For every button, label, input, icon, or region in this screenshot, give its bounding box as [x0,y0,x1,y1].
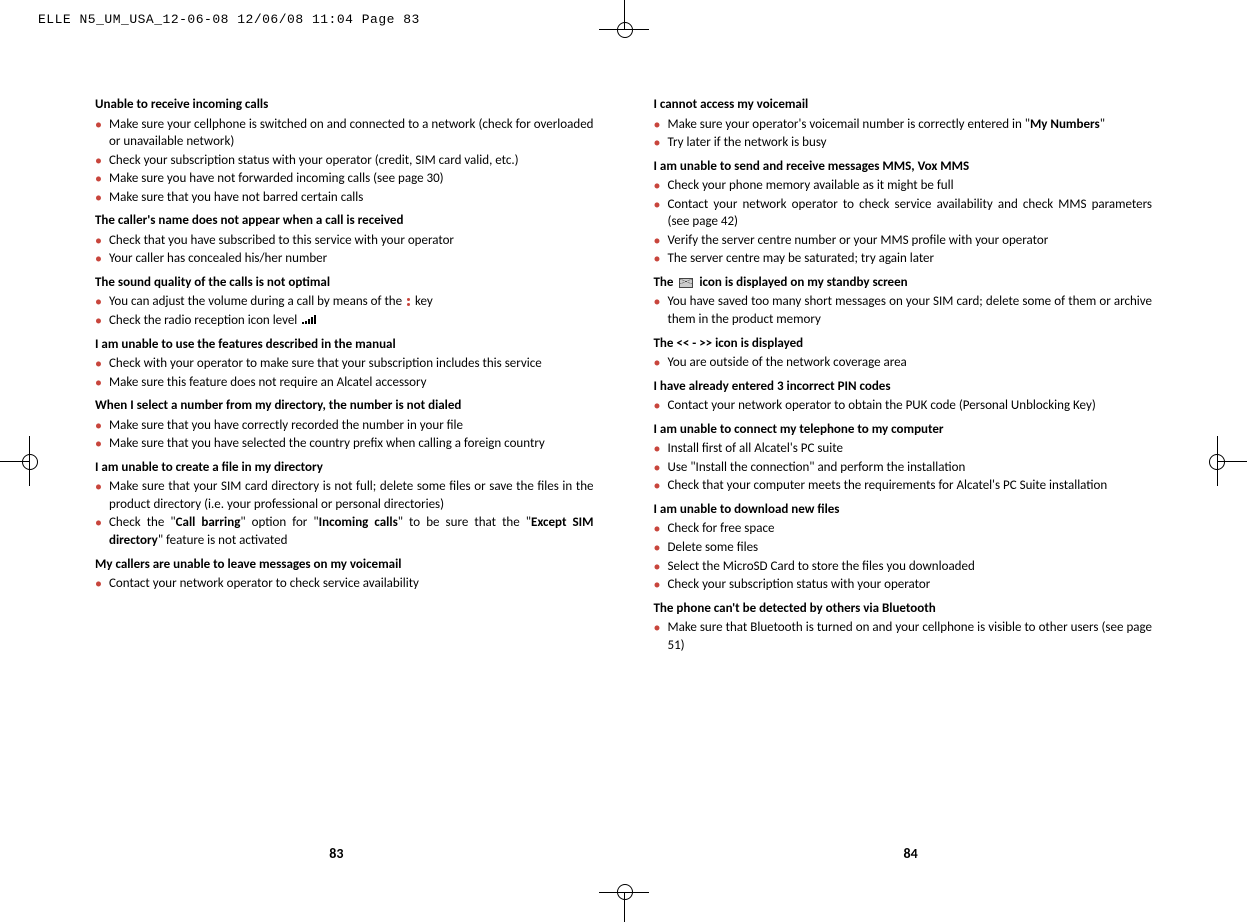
list-item: Check that you have subscribed to this s… [95,232,594,250]
bullet-list: Make sure your operator's voicemail numb… [654,116,1153,152]
bullet-list: Check your phone memory available as it … [654,177,1153,268]
bullet-list: Make sure that Bluetooth is turned on an… [654,619,1153,654]
bullet-list: Contact your network operator to obtain … [654,397,1153,415]
list-item: Make sure that you have not barred certa… [95,189,594,207]
list-item: Check that your computer meets the requi… [654,477,1153,495]
list-item: Make sure that your SIM card directory i… [95,478,594,513]
list-item: Select the MicroSD Card to store the fil… [654,558,1153,576]
page-spread: Unable to receive incoming calls Make su… [0,90,1247,655]
text: Make sure your operator's voicemail numb… [668,117,1030,132]
section-title: I am unable to send and receive messages… [654,158,1153,176]
page-right: I cannot access my voicemail Make sure y… [654,90,1153,655]
section-title: I have already entered 3 incorrect PIN c… [654,378,1153,396]
bold-text: Incoming calls [319,515,398,530]
list-item: Make sure you have not forwarded incomin… [95,170,594,188]
bullet-list: Contact your network operator to check s… [95,575,594,593]
section-title: When I select a number from my directory… [95,397,594,415]
list-item: Use "Install the connection" and perform… [654,459,1153,477]
section-title: The icon is displayed on my standby scre… [654,274,1153,292]
list-item: Make sure your cellphone is switched on … [95,116,594,151]
section-title: I am unable to create a file in my direc… [95,459,594,477]
bullet-list: Make sure that your SIM card directory i… [95,478,594,549]
bold-text: Call barring [176,515,241,530]
list-item: You are outside of the network coverage … [654,354,1153,372]
page-numbers: 83 84 [0,845,1247,862]
bullet-list: Check that you have subscribed to this s… [95,232,594,268]
list-item: You can adjust the volume during a call … [95,293,594,311]
list-item: You have saved too many short messages o… [654,293,1153,328]
list-item: Make sure your operator's voicemail numb… [654,116,1153,134]
list-item: Make sure that you have correctly record… [95,417,594,435]
signal-bars-icon [302,315,316,324]
section-title: Unable to receive incoming calls [95,96,594,114]
bullet-list: Make sure your cellphone is switched on … [95,116,594,207]
bullet-list: Make sure that you have correctly record… [95,417,594,453]
list-item: Contact your network operator to check s… [95,575,594,593]
list-item: Install first of all Alcatel's PC suite [654,440,1153,458]
bullet-list: Check with your operator to make sure th… [95,355,594,391]
list-item: Check your phone memory available as it … [654,177,1153,195]
section-title: The phone can't be detected by others vi… [654,600,1153,618]
section-title: I am unable to use the features describe… [95,336,594,354]
list-item: Try later if the network is busy [654,134,1153,152]
list-item: Make sure that Bluetooth is turned on an… [654,619,1153,654]
crop-mark-top [564,0,684,30]
text: " option for " [240,515,318,530]
list-item: Delete some files [654,539,1153,557]
section-title: The sound quality of the calls is not op… [95,274,594,292]
volume-key-icon [407,298,410,306]
crop-mark-bottom [564,892,684,922]
section-title: I cannot access my voicemail [654,96,1153,114]
text: The [654,275,677,290]
text: icon is displayed on my standby screen [699,275,907,290]
list-item: Your caller has concealed his/her number [95,250,594,268]
list-item: Make sure that you have selected the cou… [95,435,594,453]
section-title: The caller's name does not appear when a… [95,212,594,230]
list-item: Check with your operator to make sure th… [95,355,594,373]
list-item: The server centre may be saturated; try … [654,250,1153,268]
list-item: Check your subscription status with your… [654,576,1153,594]
list-item: Check your subscription status with your… [95,152,594,170]
text: key [415,294,433,309]
bullet-list: You can adjust the volume during a call … [95,293,594,329]
list-item: Contact your network operator to check s… [654,196,1153,231]
list-item: Make sure this feature does not require … [95,374,594,392]
page-left: Unable to receive incoming calls Make su… [95,90,594,655]
bullet-list: Install first of all Alcatel's PC suite … [654,440,1153,495]
text: " to be sure that the " [398,515,531,530]
text: " feature is not activated [158,533,288,548]
section-title: I am unable to connect my telephone to m… [654,421,1153,439]
page-number-left: 83 [329,845,343,862]
list-item: Check for free space [654,520,1153,538]
text: Check the " [109,515,176,530]
list-item: Check the "Call barring" option for "Inc… [95,514,594,549]
bold-text: My Numbers [1030,117,1100,132]
page-number-right: 84 [904,845,918,862]
section-title: I am unable to download new files [654,501,1153,519]
bullet-list: You have saved too many short messages o… [654,293,1153,328]
text: You can adjust the volume during a call … [109,294,405,309]
bullet-list: You are outside of the network coverage … [654,354,1153,372]
list-item: Verify the server centre number or your … [654,232,1153,250]
text: Check the radio reception icon level [109,313,300,328]
list-item: Contact your network operator to obtain … [654,397,1153,415]
section-title: The << - >> icon is displayed [654,335,1153,353]
text: " [1100,117,1105,132]
bullet-list: Check for free space Delete some files S… [654,520,1153,593]
envelope-icon [679,278,693,288]
list-item: Check the radio reception icon level [95,312,594,330]
print-header: ELLE N5_UM_USA_12-06-08 12/06/08 11:04 P… [38,12,420,27]
section-title: My callers are unable to leave messages … [95,556,594,574]
